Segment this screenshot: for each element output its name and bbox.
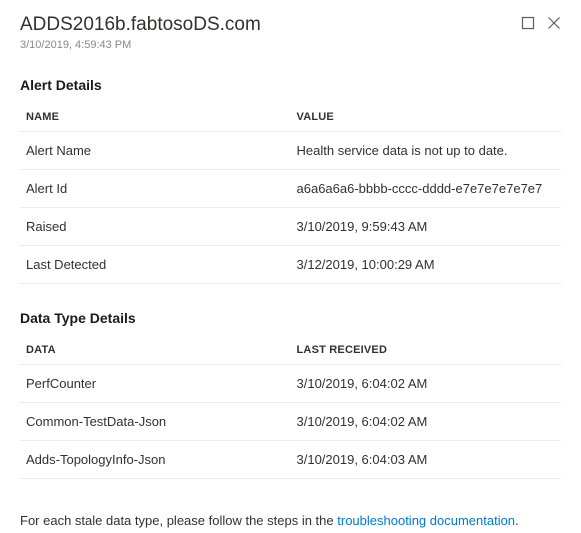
column-header-data: DATA <box>20 336 291 365</box>
data-type-details-title: Data Type Details <box>20 310 561 326</box>
cell-value: Health service data is not up to date. <box>291 131 562 169</box>
column-header-value: VALUE <box>291 103 562 132</box>
panel-header: ADDS2016b.fabtosoDS.com 3/10/2019, 4:59:… <box>20 14 561 51</box>
table-row: PerfCounter 3/10/2019, 6:04:02 AM <box>20 364 561 402</box>
table-row: Common-TestData-Json 3/10/2019, 6:04:02 … <box>20 402 561 440</box>
table-row: Adds-TopologyInfo-Json 3/10/2019, 6:04:0… <box>20 440 561 478</box>
cell-data: PerfCounter <box>20 364 291 402</box>
column-header-last-received: LAST RECEIVED <box>291 336 562 365</box>
maximize-icon[interactable] <box>521 16 535 33</box>
cell-data: Common-TestData-Json <box>20 402 291 440</box>
table-row: Alert Id a6a6a6a6-bbbb-cccc-dddd-e7e7e7e… <box>20 169 561 207</box>
cell-name: Alert Id <box>20 169 291 207</box>
cell-name: Last Detected <box>20 245 291 283</box>
alert-details-title: Alert Details <box>20 77 561 93</box>
table-row: Raised 3/10/2019, 9:59:43 AM <box>20 207 561 245</box>
table-row: Alert Name Health service data is not up… <box>20 131 561 169</box>
window-controls <box>521 16 561 33</box>
footer-note: For each stale data type, please follow … <box>20 513 561 528</box>
data-type-details-section: Data Type Details DATA LAST RECEIVED Per… <box>20 310 561 479</box>
data-type-details-table: DATA LAST RECEIVED PerfCounter 3/10/2019… <box>20 336 561 479</box>
alert-details-section: Alert Details NAME VALUE Alert Name Heal… <box>20 77 561 284</box>
cell-last-received: 3/10/2019, 6:04:02 AM <box>291 402 562 440</box>
details-panel: ADDS2016b.fabtosoDS.com 3/10/2019, 4:59:… <box>0 0 581 533</box>
page-title: ADDS2016b.fabtosoDS.com <box>20 14 261 37</box>
table-row: Last Detected 3/12/2019, 10:00:29 AM <box>20 245 561 283</box>
cell-last-received: 3/10/2019, 6:04:02 AM <box>291 364 562 402</box>
footer-prefix: For each stale data type, please follow … <box>20 513 337 528</box>
cell-name: Raised <box>20 207 291 245</box>
page-timestamp: 3/10/2019, 4:59:43 PM <box>20 39 261 51</box>
cell-value: 3/10/2019, 9:59:43 AM <box>291 207 562 245</box>
close-icon[interactable] <box>547 16 561 33</box>
troubleshooting-link[interactable]: troubleshooting documentation <box>337 513 515 528</box>
cell-value: 3/12/2019, 10:00:29 AM <box>291 245 562 283</box>
cell-last-received: 3/10/2019, 6:04:03 AM <box>291 440 562 478</box>
cell-name: Alert Name <box>20 131 291 169</box>
footer-suffix: . <box>515 513 519 528</box>
cell-data: Adds-TopologyInfo-Json <box>20 440 291 478</box>
alert-details-table: NAME VALUE Alert Name Health service dat… <box>20 103 561 284</box>
cell-value: a6a6a6a6-bbbb-cccc-dddd-e7e7e7e7e7e7 <box>291 169 562 207</box>
column-header-name: NAME <box>20 103 291 132</box>
